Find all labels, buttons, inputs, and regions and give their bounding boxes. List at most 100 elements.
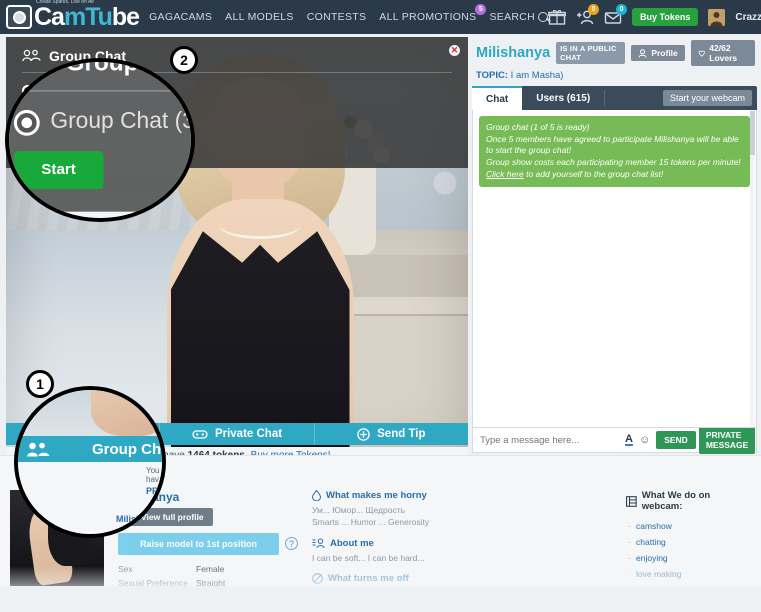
nav-item-all-promotions-label: ALL PROMOTIONS [379,11,477,23]
attribute-value: Female [196,563,225,574]
callout-number-2: 2 [170,46,198,74]
emoji-icon[interactable]: ☺ [639,434,650,446]
magnified-option-label: Group Chat [50,108,169,135]
profile-button[interactable]: Profile [631,45,685,61]
section-heading: About me [312,538,612,549]
chat-input[interactable] [475,434,612,446]
system-message-line-2: Once 5 members have agreed to participat… [486,133,739,156]
friends-badge: 0 [588,4,600,15]
section-title: About me [330,537,374,549]
chat-model-name[interactable]: Milishanya [476,45,550,61]
about-icon [312,538,325,548]
logo-tagline: Create Sparks, Live on Air [36,0,95,5]
help-icon[interactable]: ? [285,537,298,550]
section-line-1: I can be soft... I can be hard... [312,552,425,563]
main-stage: ✕ Group Chat Group Chat (30 tokens Start… [0,34,761,612]
page-bottom-strip [0,586,761,612]
system-message-line-3: Group show costs each participating memb… [486,157,743,180]
nav-item-all-promotions[interactable]: ALL PROMOTIONS 5 [379,4,487,23]
buy-tokens-button[interactable]: Buy Tokens [632,8,699,26]
private-chat-icon [192,429,208,439]
list-item[interactable]: enjoying [626,550,751,566]
nav-item-contests[interactable]: CONTESTS [307,11,367,23]
list-item[interactable]: chatting [626,534,751,550]
chat-tab-bar: Chat Users (615) Start your webcam [472,86,757,110]
nav-item-search[interactable]: SEARCH [489,11,549,23]
tab-users[interactable]: Users (615) [522,86,604,110]
nav-item-gagacams[interactable]: GAGACAMS [149,11,212,23]
section-what-makes-me-horny: What makes me horny Ум... Юмор... Щедрос… [312,490,612,529]
heart-icon [698,50,705,57]
block-icon [312,573,323,584]
section-heading: What makes me horny [312,490,612,501]
search-icon [538,12,549,22]
raise-model-button[interactable]: Raise model to 1st position [118,532,279,555]
section-body: I can be soft... I can be hard... [312,552,612,564]
magnified-group-chat-label: Group Chat [92,440,162,458]
flame-icon [312,490,321,501]
logo-part-1: Ca [34,3,65,31]
topic-label: TOPIC: [476,70,509,81]
magnified-radio-button [16,112,37,133]
logo-part-3: be [111,3,140,31]
nav-links: GAGACAMS ALL MODELS CONTESTS ALL PROMOTI… [149,4,549,23]
topic-line: TOPIC: I am Masha) [472,66,757,86]
send-button[interactable]: SEND [656,431,696,449]
group-people-icon [27,442,50,456]
lovers-button-label: 42/62 Lovers [709,43,738,63]
send-tip-label: Send Tip [377,428,426,440]
table-row: Sex Female [118,562,298,576]
callout-magnifier-1: Group Chat You hav PREVIC Milishanya [14,386,166,538]
nav-right-cluster: 0 0 Buy Tokens CrazzyPink 1464 Tokens [548,4,761,26]
topic-text: I am Masha) [510,70,564,81]
username-label[interactable]: CrazzyPink [735,12,761,23]
nav-item-all-models[interactable]: ALL MODELS [225,11,294,23]
attribute-key: Sex [118,563,133,574]
section-title: What turns me off [328,572,409,584]
plus-circle-icon [357,427,370,441]
magnified-group-chat-tab: Group Chat [18,436,162,462]
private-message-button[interactable]: PRIVATE MESSAGE [698,426,756,454]
messages-badge: 0 [616,4,628,15]
chat-message-list: Group chat (1 of 5 is ready) Once 5 memb… [472,110,757,428]
callout-magnifier-2: Group Chat Group Chat (30 tokens Start [5,58,195,222]
list-icon [626,495,637,507]
click-here-link[interactable]: Click here [486,169,524,179]
tab-chat[interactable]: Chat [472,86,523,110]
system-message-tail: to add yourself to the group chat list! [526,168,664,179]
list-item[interactable]: love making [626,566,751,582]
gift-icon[interactable] [548,9,566,25]
close-icon[interactable]: ✕ [449,45,460,56]
status-badge: IS IN A PUBLIC CHAT [556,42,626,64]
avatar[interactable] [708,8,726,26]
send-tip-tab[interactable]: Send Tip [315,423,468,445]
add-friend-icon[interactable]: 0 [576,4,600,25]
callout-number-1: 1 [26,370,54,398]
font-color-icon[interactable]: A [625,434,633,446]
system-message-cost: Group show costs each participating memb… [486,157,741,168]
profile-button-label: Profile [651,48,678,58]
lovers-button[interactable]: 42/62 Lovers [690,40,755,66]
envelope-icon[interactable]: 0 [604,4,628,25]
webcam-activities-heading: What We do on webcam: [626,490,751,512]
person-icon [638,48,647,58]
top-navigation-bar: Create Sparks, Live on Air CamTube GAGAC… [0,0,761,34]
start-your-webcam-button[interactable]: Start your webcam [662,90,752,106]
site-logo[interactable]: Create Sparks, Live on Air CamTube [0,0,140,31]
webcam-logo-icon [6,5,32,29]
system-message: Group chat (1 of 5 is ready) Once 5 memb… [479,116,750,187]
section-about-me: About me I can be soft... I can be hard.… [312,538,612,564]
private-chat-tab[interactable]: Private Chat [160,423,313,445]
chat-scrollbar[interactable] [750,111,755,427]
chat-header: Milishanya IS IN A PUBLIC CHAT Profile 4… [472,37,757,66]
group-people-icon [22,49,41,62]
page-root: Create Sparks, Live on Air CamTube GAGAC… [0,0,761,612]
magnified-start-button: Start [13,150,104,189]
chat-input-row: A ☺ SEND PRIVATE MESSAGE [472,426,757,454]
logo-part-2: mTu [63,3,113,31]
private-chat-label: Private Chat [214,428,283,440]
section-heading: What turns me off [312,573,612,584]
list-item[interactable]: camshow [626,518,751,534]
webcam-activities-title: What We do on webcam: [641,490,711,512]
section-title: What makes me horny [326,490,427,501]
